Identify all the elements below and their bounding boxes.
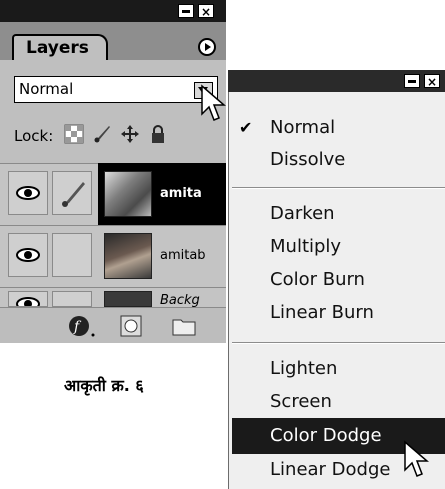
paintbrush-icon	[62, 182, 85, 207]
lock-move-icon[interactable]	[120, 124, 140, 144]
palette-menu-button[interactable]	[198, 38, 216, 56]
layers-palette: × Layers Normal Lock: amita amitab Backg…	[0, 0, 226, 343]
layers-bottom-toolbar: f	[0, 307, 226, 343]
lock-label: Lock:	[14, 127, 54, 145]
add-mask-icon[interactable]	[120, 315, 142, 337]
close-button[interactable]: ×	[198, 4, 214, 19]
visibility-toggle[interactable]	[8, 233, 48, 277]
menu-item-multiply[interactable]: Multiply	[270, 235, 341, 259]
blend-mode-select[interactable]: Normal	[14, 76, 218, 103]
menu-separator	[232, 187, 445, 189]
minimize-button[interactable]	[178, 4, 194, 18]
menu-item-linear-dodge[interactable]: Linear Dodge	[270, 458, 390, 482]
lock-all-icon[interactable]	[148, 124, 168, 144]
minimize-button[interactable]	[404, 74, 420, 88]
tab-layers[interactable]: Layers	[12, 34, 108, 60]
visibility-toggle[interactable]	[8, 171, 48, 215]
mouse-pointer-icon	[404, 440, 429, 477]
menu-item-darken[interactable]: Darken	[270, 202, 335, 226]
checkmark-icon: ✔	[239, 118, 253, 137]
layer-link-cell[interactable]	[52, 233, 92, 277]
eye-icon	[16, 248, 40, 262]
figure-caption: आकृती क्र. ६	[64, 376, 144, 395]
lock-brush-icon[interactable]	[92, 124, 112, 144]
blend-mode-value: Normal	[19, 80, 74, 98]
layer-name[interactable]: amita	[160, 186, 202, 202]
menu-item-dissolve[interactable]: Dissolve	[270, 148, 345, 172]
menu-item-lighten[interactable]: Lighten	[270, 357, 337, 381]
menu-item-linear-burn[interactable]: Linear Burn	[270, 301, 374, 325]
eye-icon	[16, 297, 40, 306]
visibility-toggle[interactable]	[8, 291, 48, 307]
layer-link-cell[interactable]	[52, 171, 92, 215]
close-button[interactable]: ×	[424, 74, 440, 89]
menu-item-color-dodge[interactable]: Color Dodge	[270, 424, 382, 448]
eye-icon	[16, 186, 40, 200]
layer-link-cell[interactable]	[52, 291, 92, 307]
folder-icon[interactable]	[172, 316, 196, 336]
layer-effects-icon[interactable]: f	[68, 314, 96, 338]
layers-titlebar[interactable]: ×	[0, 0, 226, 22]
layer-name[interactable]: amitab	[160, 248, 206, 264]
menu-titlebar: ×	[228, 70, 445, 92]
layer-thumbnail	[104, 233, 152, 279]
layer-thumbnail	[104, 171, 152, 217]
layer-thumbnail	[104, 291, 152, 307]
lock-transparency-icon[interactable]	[64, 124, 84, 144]
menu-item-color-burn[interactable]: Color Burn	[270, 268, 365, 292]
menu-item-screen[interactable]: Screen	[270, 390, 332, 414]
mouse-pointer-icon	[201, 84, 226, 121]
menu-item-normal[interactable]: Normal	[270, 116, 335, 140]
menu-separator	[232, 342, 445, 344]
